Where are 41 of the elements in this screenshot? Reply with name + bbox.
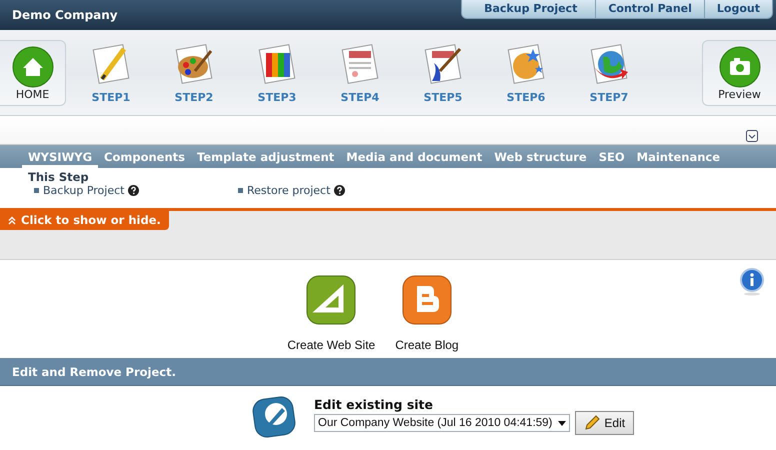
- step-button[interactable]: STEP7: [584, 41, 634, 104]
- nav-tab[interactable]: SEO: [592, 149, 631, 168]
- edit-heading: Edit existing site: [314, 397, 434, 412]
- step-button[interactable]: STEP3: [252, 41, 302, 104]
- step-link[interactable]: Restore project: [247, 184, 330, 197]
- bullet-icon: [238, 188, 243, 193]
- section-heading: This Step: [28, 170, 90, 184]
- nav-tab[interactable]: Maintenance: [630, 149, 726, 168]
- bullet-icon: [34, 188, 39, 193]
- help-icon[interactable]: [334, 185, 346, 196]
- info-icon[interactable]: [740, 268, 764, 296]
- pencil-icon: [584, 415, 600, 431]
- step-button[interactable]: STEP1: [86, 41, 136, 104]
- step-button[interactable]: STEP6: [501, 41, 551, 104]
- dropdown-caret-icon: [558, 420, 566, 426]
- nav-tab[interactable]: WYSIWYG: [22, 149, 98, 168]
- collapse-toggle-icon[interactable]: [746, 130, 758, 142]
- home-button[interactable]: HOME: [0, 40, 66, 106]
- step-button[interactable]: STEP4: [335, 41, 385, 104]
- step-link[interactable]: Backup Project: [43, 184, 124, 197]
- step-button[interactable]: STEP2: [169, 41, 219, 104]
- edit-button[interactable]: Edit: [575, 411, 634, 435]
- header-link[interactable]: Backup Project: [462, 0, 596, 18]
- show-hide-toggle[interactable]: Click to show or hide.: [0, 211, 169, 230]
- header-link[interactable]: Logout: [704, 0, 772, 18]
- company-title: Demo Company: [12, 8, 118, 22]
- header-link[interactable]: Control Panel: [595, 0, 704, 18]
- step-button[interactable]: STEP5: [418, 41, 468, 104]
- create-option[interactable]: Create Web Site: [287, 272, 376, 358]
- preview-button[interactable]: Preview: [702, 40, 776, 106]
- home-icon: [12, 46, 54, 88]
- section-title-bar: Edit and Remove Project.: [0, 358, 776, 386]
- double-chevron-up-icon: [8, 216, 16, 224]
- nav-tab[interactable]: Template adjustment: [191, 149, 340, 168]
- nav-tab[interactable]: Media and document: [340, 149, 488, 168]
- camera-icon: [718, 46, 760, 88]
- create-option[interactable]: Create Blog: [395, 272, 459, 358]
- nav-tab[interactable]: Web structure: [488, 149, 593, 168]
- help-icon[interactable]: [128, 185, 140, 196]
- site-select[interactable]: Our Company Website (Jul 16 2010 04:41:59): [314, 414, 570, 432]
- nav-tab[interactable]: Components: [98, 149, 192, 168]
